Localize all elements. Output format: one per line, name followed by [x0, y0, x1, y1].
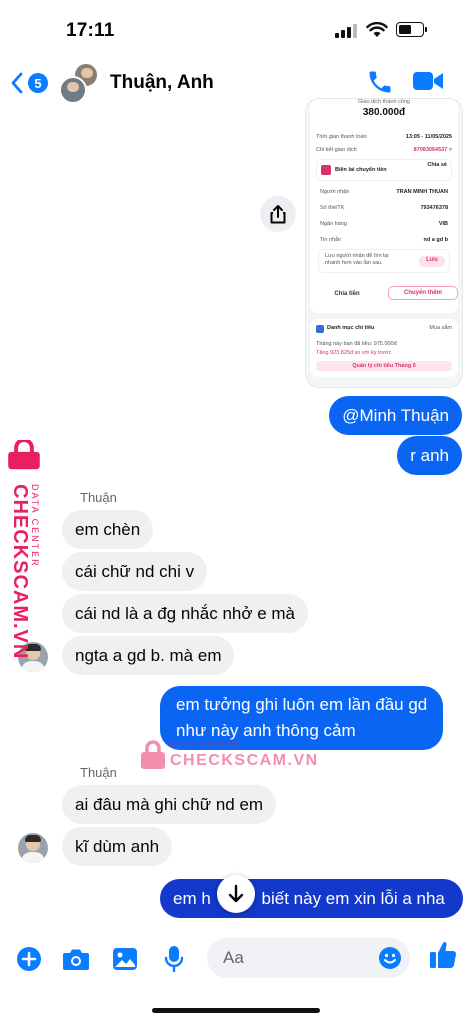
outgoing-message[interactable]: @Minh Thuận [329, 396, 462, 435]
message-text: em h [173, 889, 211, 908]
row-value: 87083064537 > [413, 147, 452, 153]
sender-name: Thuận [80, 490, 117, 505]
thumbs-up-icon [430, 941, 457, 969]
detail-value: nd a gd b [423, 237, 448, 243]
lock-icon [141, 740, 165, 769]
spending-card: Danh mục chi tiêu Mua sắm Tháng này bạn … [310, 319, 458, 377]
incoming-message[interactable]: ngta a gd b. mà em [62, 636, 235, 675]
receipt-label: Biên lai chuyển tiền [335, 167, 387, 173]
outgoing-message[interactable]: em tưởng ghi luôn em lần đầu gd như này … [160, 686, 444, 750]
message-line: như này anh thông cảm [176, 721, 356, 740]
save-hint: Lưu người nhận để tìm lại nhanh hơn vào … [325, 253, 389, 266]
transfer-more-button: Chuyển thêm [388, 286, 458, 300]
spending-category: Mua sắm [429, 325, 452, 331]
save-recipient-row: Lưu người nhận để tìm lại nhanh hơn vào … [318, 249, 450, 273]
camera-button[interactable] [61, 944, 91, 974]
transfer-receipt-card: Giao dịch thành công 380.000đ Thời gian … [310, 99, 458, 313]
incoming-message[interactable]: ai đâu mà ghi chữ nd em [62, 785, 277, 824]
message-input[interactable] [223, 938, 373, 978]
row-value: 13:05 - 11/05/2025 [405, 134, 452, 140]
status-bar: 17:11 [0, 0, 472, 52]
like-button[interactable] [428, 940, 458, 970]
detail-value: VIB [438, 221, 448, 227]
spent-line: Tháng này bạn đã tiêu: 975.000đ [316, 341, 397, 347]
transfer-amount: 380.000đ [362, 107, 406, 118]
scroll-to-bottom-button[interactable] [217, 875, 255, 913]
camera-icon [63, 949, 89, 970]
incoming-message[interactable]: cái chữ nd chi v [62, 552, 208, 591]
photo-icon [113, 948, 137, 970]
spending-icon [316, 325, 324, 333]
more-actions-button[interactable] [14, 944, 44, 974]
avatar[interactable] [18, 833, 48, 863]
shared-screenshot-image[interactable]: Giao dịch thành công 380.000đ Thời gian … [305, 98, 463, 388]
thread-title[interactable]: Thuận, Anh [110, 72, 214, 94]
save-button: Lưu [419, 256, 445, 267]
group-avatar[interactable] [57, 62, 101, 106]
back-button[interactable]: 5 [10, 68, 50, 98]
row-label: Thời gian thanh toán [316, 134, 367, 140]
share-button[interactable] [260, 196, 296, 232]
video-camera-icon [413, 72, 443, 90]
incoming-message[interactable]: kĩ dùm anh [62, 827, 173, 866]
incoming-message[interactable]: em chèn [62, 510, 154, 549]
back-chevron-icon [11, 72, 23, 94]
detail-value: 793476378 [420, 205, 448, 211]
outgoing-message[interactable]: r anh [397, 436, 462, 475]
message-input-box[interactable] [207, 938, 410, 978]
unread-badge: 5 [28, 73, 48, 93]
detail-label: Ngân hàng [320, 221, 347, 227]
gallery-button[interactable] [110, 944, 140, 974]
spending-label: Danh mục chi tiêu [327, 325, 375, 331]
detail-value: TRAN MINH THUAN [396, 189, 448, 195]
battery-icon [396, 22, 427, 37]
avatar [59, 76, 87, 104]
lock-icon [8, 440, 40, 470]
sender-name: Thuận [80, 765, 117, 780]
split-button: Chia tiền [334, 291, 360, 297]
detail-label: Người nhận [320, 189, 350, 195]
watermark-subtitle: DATA CENTER [170, 742, 240, 749]
message-text: biết này em xin lỗi a nha [261, 889, 445, 908]
increase-line: Tăng 923.825đ so với kỳ trước [316, 350, 392, 356]
receipt-icon [321, 165, 331, 175]
microphone-icon [164, 946, 184, 973]
message-line: em tưởng ghi luôn em lần đầu gd [176, 695, 428, 714]
phone-icon [369, 71, 391, 93]
home-indicator [152, 1008, 320, 1013]
watermark-brand: CHECKSCAM.VN [9, 484, 31, 660]
cellular-signal-icon [335, 24, 357, 38]
watermark-subtitle: DATA CENTER [30, 484, 40, 568]
voice-message-button[interactable] [159, 944, 189, 974]
audio-call-button[interactable] [366, 68, 396, 98]
detail-label: Số thẻ/TK [320, 205, 345, 211]
status-time: 17:11 [66, 20, 115, 41]
detail-label: Tin nhắn [320, 237, 342, 243]
plus-icon [17, 947, 41, 971]
receipt-share: Chia sẻ [427, 162, 447, 168]
share-icon [270, 205, 286, 224]
message-composer [0, 930, 472, 990]
watermark-brand: CHECKSCAM.VN [170, 752, 319, 769]
video-call-button[interactable] [412, 69, 446, 99]
emoji-icon[interactable] [378, 946, 402, 970]
manage-spending-button: Quản lý chi tiêu Tháng 5 [316, 361, 452, 371]
outgoing-message[interactable]: em h biết này em xin lỗi a nha [160, 879, 463, 918]
row-label: Chi tiết giao dịch [316, 147, 357, 153]
receipt-row: Biên lai chuyển tiền Chia sẻ [316, 159, 452, 181]
arrow-down-icon [228, 884, 244, 903]
transfer-status: Giao dịch thành công [358, 99, 410, 105]
incoming-message[interactable]: cái nd là a đg nhắc nhở e mà [62, 594, 309, 633]
wifi-icon [366, 22, 388, 37]
